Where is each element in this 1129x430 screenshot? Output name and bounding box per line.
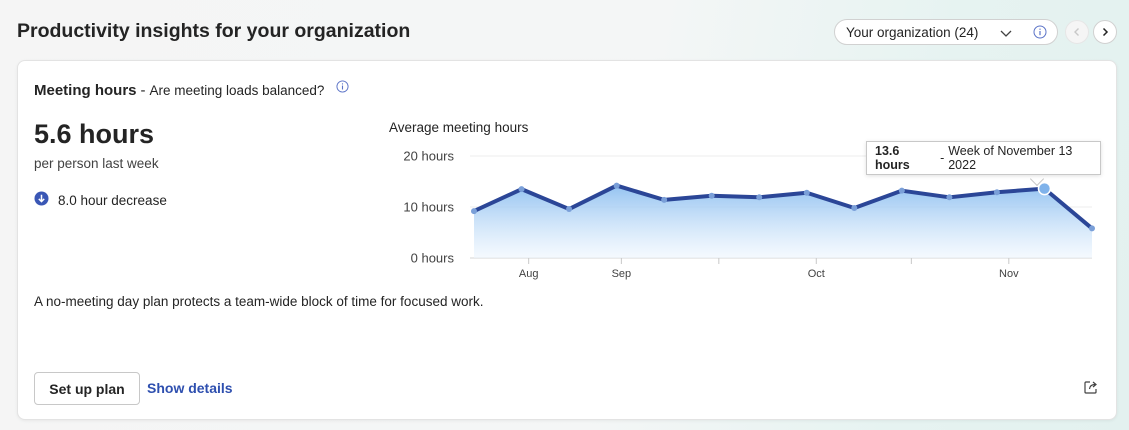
- chart-data-point[interactable]: [898, 187, 905, 194]
- info-icon[interactable]: [1033, 25, 1047, 42]
- info-icon[interactable]: [336, 79, 349, 98]
- trend-indicator: 8.0 hour decrease: [34, 191, 167, 209]
- y-tick-label: 0 hours: [411, 251, 455, 266]
- y-tick-label: 20 hours: [403, 149, 454, 164]
- chart-data-point[interactable]: [661, 196, 668, 203]
- card-subtitle: Are meeting loads balanced?: [149, 83, 325, 98]
- chart-tooltip: 13.6 hours - Week of November 13 2022: [866, 141, 1101, 175]
- x-tick-label: Oct: [808, 268, 825, 280]
- chart-data-point[interactable]: [946, 194, 953, 201]
- chart-data-point[interactable]: [566, 206, 573, 213]
- tooltip-separator: -: [940, 151, 945, 165]
- chart-data-point[interactable]: [613, 182, 620, 189]
- x-tick-label: Sep: [612, 268, 632, 280]
- tooltip-label: Week of November 13 2022: [948, 144, 1073, 172]
- share-icon[interactable]: [1083, 379, 1099, 400]
- show-details-link[interactable]: Show details: [147, 380, 233, 396]
- tooltip-value: 13.6 hours: [875, 144, 910, 172]
- card-description: A no-meeting day plan protects a team-wi…: [34, 294, 484, 309]
- metric-value: 5.6 hours: [34, 119, 155, 149]
- chevron-right-icon: [1102, 27, 1109, 37]
- set-up-plan-button[interactable]: Set up plan: [34, 372, 140, 405]
- chart-data-point[interactable]: [471, 208, 477, 215]
- y-tick-label: 10 hours: [403, 200, 454, 215]
- chart-data-point[interactable]: [756, 194, 763, 201]
- chevron-down-icon: [999, 26, 1013, 43]
- chart-data-point[interactable]: [803, 189, 810, 196]
- previous-button[interactable]: [1065, 20, 1089, 44]
- meeting-hours-card: Meeting hours - Are meeting loads balanc…: [17, 60, 1117, 420]
- chart-data-point[interactable]: [1089, 225, 1095, 232]
- card-title-separator: -: [140, 82, 146, 99]
- chart-highlighted-point[interactable]: [1037, 181, 1052, 196]
- x-tick-label: Aug: [519, 268, 539, 280]
- chart-data-point[interactable]: [518, 186, 525, 193]
- metric-caption: per person last week: [34, 156, 159, 171]
- organization-dropdown[interactable]: Your organization (24): [834, 19, 1058, 45]
- page-title: Productivity insights for your organizat…: [17, 20, 411, 42]
- card-header: Meeting hours - Are meeting loads balanc…: [34, 79, 349, 99]
- chart-data-point[interactable]: [851, 205, 858, 212]
- card-title: Meeting hours: [34, 82, 137, 99]
- chevron-left-icon: [1074, 28, 1079, 36]
- arrow-down-circle-icon: [34, 191, 49, 209]
- trend-text: 8.0 hour decrease: [58, 192, 167, 208]
- chart-data-point[interactable]: [708, 192, 715, 199]
- chart-data-point[interactable]: [993, 189, 1000, 196]
- next-button[interactable]: [1093, 20, 1117, 44]
- organization-dropdown-value: Your organization (24): [846, 24, 979, 40]
- x-tick-label: Nov: [999, 268, 1019, 280]
